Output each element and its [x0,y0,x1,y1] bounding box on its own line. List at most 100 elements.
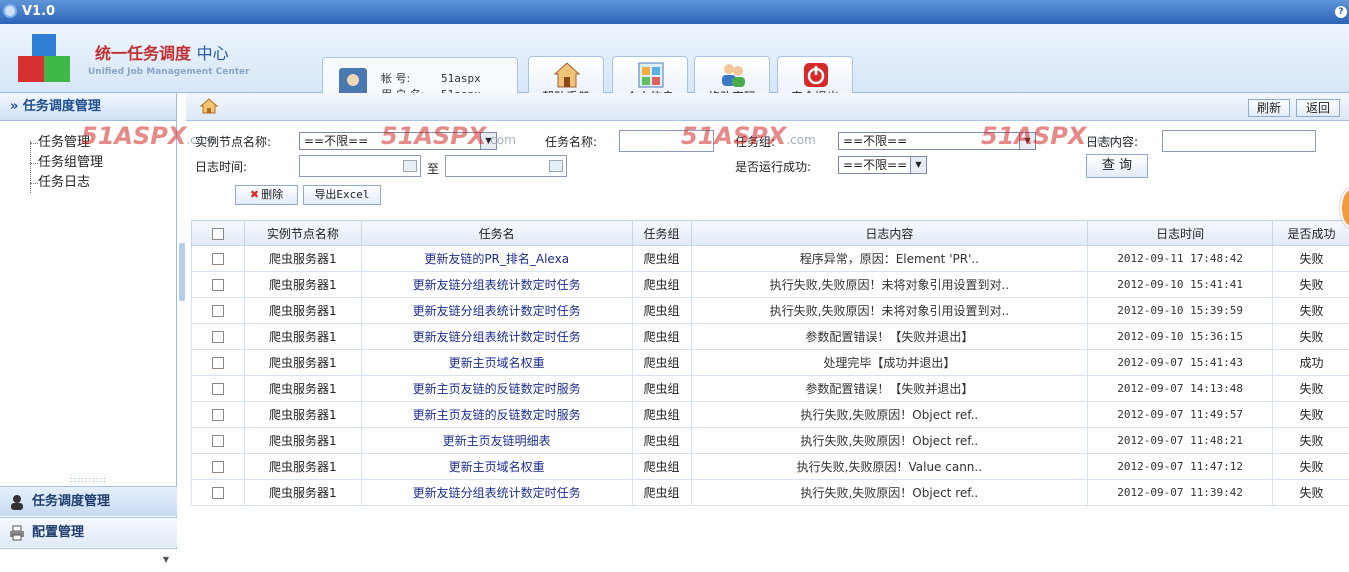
log-content-cell: 执行失败,失败原因！Object ref.. [690,427,1089,454]
help-icon[interactable]: ? [1335,6,1347,18]
task-name-cell[interactable]: 更新友链分组表统计数定时任务 [360,297,633,324]
row-checkbox[interactable] [211,461,224,473]
task-group-cell: 爬虫组 [631,271,692,298]
log-time-cell: 2012-09-10 15:36:15 [1087,323,1274,350]
task-name-cell[interactable]: 更新友链分组表统计数定时任务 [360,271,633,298]
task-name-cell[interactable]: 更新主页友链明细表 [360,427,633,454]
query-button[interactable]: 查 询 [1086,154,1148,178]
table-row[interactable]: 爬虫服务器1 更新友链分组表统计数定时任务 爬虫组 执行失败,失败原因！未将对象引用设… [191,271,1349,298]
sidebar-nav-task-scheduling[interactable]: 任务调度管理 [0,486,177,516]
task-group-select[interactable]: ==不限== ▼ [838,132,1036,150]
log-table: 实例节点名称 任务名 任务组 日志内容 日志时间 是否成功 爬虫服务器1 更新友链… [191,220,1349,506]
home-icon[interactable] [200,98,218,114]
log-content-cell: 参数配置错误！【失败并退出】 [690,375,1089,402]
row-checkbox[interactable] [211,383,224,395]
log-content-cell: 程序异常，原因：Element 'PR'.. [690,245,1089,272]
calendar-icon[interactable] [549,160,563,172]
tree-item-task-management[interactable]: 任务管理 [28,133,176,153]
row-checkbox[interactable] [211,487,224,499]
row-select-cell[interactable] [191,349,245,376]
app-subtitle: Unified Job Management Center [88,67,250,77]
window-grid-icon [638,62,664,88]
row-select-cell[interactable] [191,401,245,428]
sidebar-footer: ▼ [0,548,177,572]
sidebar-resize-grip[interactable]: :::::::::: [0,475,177,484]
account-value: 51aspx [441,72,481,85]
task-name-cell[interactable]: 更新友链分组表统计数定时任务 [360,323,633,350]
panel-splitter[interactable] [178,93,186,572]
task-group-cell: 爬虫组 [631,323,692,350]
success-cell: 失败 [1272,297,1349,324]
account-label: 帐 号: [381,72,411,85]
sidebar-nav-config[interactable]: 配置管理 [0,517,177,547]
table-row[interactable]: 爬虫服务器1 更新主页友链明细表 爬虫组 执行失败,失败原因！Object ref..… [191,427,1349,454]
table-row[interactable]: 爬虫服务器1 更新主页域名权重 爬虫组 处理完毕【成功并退出】 2012-09-07 1… [191,349,1349,376]
row-select-cell[interactable] [191,453,245,480]
log-content-input[interactable] [1162,130,1316,152]
row-select-cell[interactable] [191,297,245,324]
log-content-cell: 执行失败,失败原因！未将对象引用设置到对.. [690,271,1089,298]
sidebar-title: » 任务调度管理 [0,93,176,121]
nav-tree: 任务管理 任务组管理 任务日志 [0,121,176,193]
table-row[interactable]: 爬虫服务器1 更新主页友链的反链数定时服务 爬虫组 参数配置错误！【失败并退出】 201… [191,375,1349,402]
select-all-checkbox[interactable] [211,227,224,240]
log-time-cell: 2012-09-11 17:48:42 [1087,245,1274,272]
main-toolbar: 刷新 返回 [186,93,1349,121]
log-time-end-input[interactable] [445,155,567,177]
success-cell: 失败 [1272,427,1349,454]
table-row[interactable]: 爬虫服务器1 更新主页域名权重 爬虫组 执行失败,失败原因！Value cann.. 2… [191,453,1349,480]
task-name-cell[interactable]: 更新主页友链的反链数定时服务 [360,375,633,402]
instance-node-label: 实例节点名称: [195,135,272,149]
row-select-cell[interactable] [191,271,245,298]
task-name-cell[interactable]: 更新主页友链的反链数定时服务 [360,401,633,428]
chevron-down-icon[interactable]: ▼ [163,555,169,564]
row-select-cell[interactable] [191,479,245,506]
instance-node-select[interactable]: ==不限== ▼ [299,132,497,150]
log-time-cell: 2012-09-07 15:41:43 [1087,349,1274,376]
table-row[interactable]: 爬虫服务器1 更新友链分组表统计数定时任务 爬虫组 执行失败,失败原因！未将对象引用设… [191,297,1349,324]
table-row[interactable]: 爬虫服务器1 更新友链分组表统计数定时任务 爬虫组 参数配置错误！【失败并退出】 201… [191,323,1349,350]
instance-node-cell: 爬虫服务器1 [243,479,362,506]
row-checkbox[interactable] [211,331,224,343]
row-select-cell[interactable] [191,375,245,402]
table-row[interactable]: 爬虫服务器1 更新主页友链的反链数定时服务 爬虫组 执行失败,失败原因！Object … [191,401,1349,428]
chevron-down-icon: ▼ [1019,133,1035,149]
delete-button[interactable]: ✖ 删除 [235,185,298,205]
task-name-input[interactable] [619,130,714,152]
task-name-cell[interactable]: 更新主页域名权重 [360,349,633,376]
row-select-cell[interactable] [191,245,245,272]
sidebar-nav-label: 任务调度管理 [32,494,111,509]
task-name-cell[interactable]: 更新主页域名权重 [360,453,633,480]
calendar-icon[interactable] [403,160,417,172]
table-row[interactable]: 爬虫服务器1 更新友链的PR_排名_Alexa 爬虫组 程序异常，原因：Element… [191,245,1349,272]
task-group-cell: 爬虫组 [631,375,692,402]
task-name-cell[interactable]: 更新友链分组表统计数定时任务 [360,479,633,506]
run-success-select[interactable]: ==不限== ▼ [838,156,927,174]
to-label: 至 [427,162,440,176]
log-content-cell: 执行失败,失败原因！Object ref.. [690,401,1089,428]
back-button[interactable]: 返回 [1296,99,1340,117]
user-icon [11,495,23,510]
row-checkbox[interactable] [211,357,224,369]
row-checkbox[interactable] [211,253,224,265]
refresh-button[interactable]: 刷新 [1248,99,1290,117]
log-content-cell: 执行失败,失败原因！未将对象引用设置到对.. [690,297,1089,324]
log-time-start-input[interactable] [299,155,421,177]
collapse-handle[interactable] [179,243,185,301]
row-checkbox[interactable] [211,279,224,291]
task-group-cell: 爬虫组 [631,479,692,506]
row-checkbox[interactable] [211,435,224,447]
row-checkbox[interactable] [211,305,224,317]
task-name-cell[interactable]: 更新友链的PR_排名_Alexa [360,245,633,272]
row-select-cell[interactable] [191,427,245,454]
select-all-cell[interactable] [191,220,245,246]
table-row[interactable]: 爬虫服务器1 更新友链分组表统计数定时任务 爬虫组 执行失败,失败原因！Object … [191,479,1349,506]
tree-item-task-log[interactable]: 任务日志 [28,173,176,193]
row-select-cell[interactable] [191,323,245,350]
task-group-cell: 爬虫组 [631,427,692,454]
instance-node-cell: 爬虫服务器1 [243,271,362,298]
tree-item-task-group-management[interactable]: 任务组管理 [28,153,176,173]
export-excel-button[interactable]: 导出Excel [303,185,381,205]
log-time-cell: 2012-09-07 14:13:48 [1087,375,1274,402]
row-checkbox[interactable] [211,409,224,421]
